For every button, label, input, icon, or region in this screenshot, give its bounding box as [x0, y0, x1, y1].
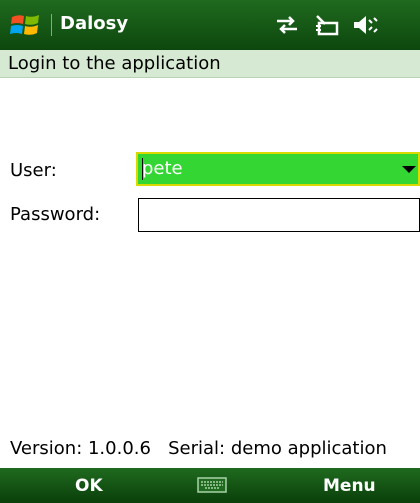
connection-icon[interactable] — [313, 14, 341, 36]
volume-off-icon[interactable] — [352, 14, 380, 36]
softkey-bar: OK Menu — [0, 468, 420, 503]
password-label: Password: — [10, 204, 101, 225]
windows-start-icon[interactable] — [10, 12, 42, 38]
menu-softkey[interactable]: Menu — [323, 475, 376, 497]
keyboard-icon[interactable] — [197, 477, 227, 493]
password-field[interactable] — [138, 198, 420, 232]
version-info: Version: 1.0.0.6 Serial: demo applicatio… — [10, 438, 387, 460]
app-title: Dalosy — [60, 13, 129, 34]
ok-softkey[interactable]: OK — [75, 475, 103, 497]
page-subheader: Login to the application — [0, 50, 420, 78]
chevron-down-icon[interactable] — [398, 154, 418, 184]
version-text: Version: 1.0.0.6 — [10, 438, 151, 459]
user-dropdown-value: pete — [142, 158, 183, 179]
serial-text: Serial: demo application — [168, 438, 387, 459]
connectivity-arrows-icon[interactable] — [275, 14, 299, 36]
title-separator — [51, 14, 52, 36]
user-dropdown[interactable]: pete — [136, 152, 420, 186]
subheader-text: Login to the application — [8, 53, 221, 74]
user-label: User: — [10, 160, 57, 181]
title-bar: Dalosy — [0, 0, 420, 50]
